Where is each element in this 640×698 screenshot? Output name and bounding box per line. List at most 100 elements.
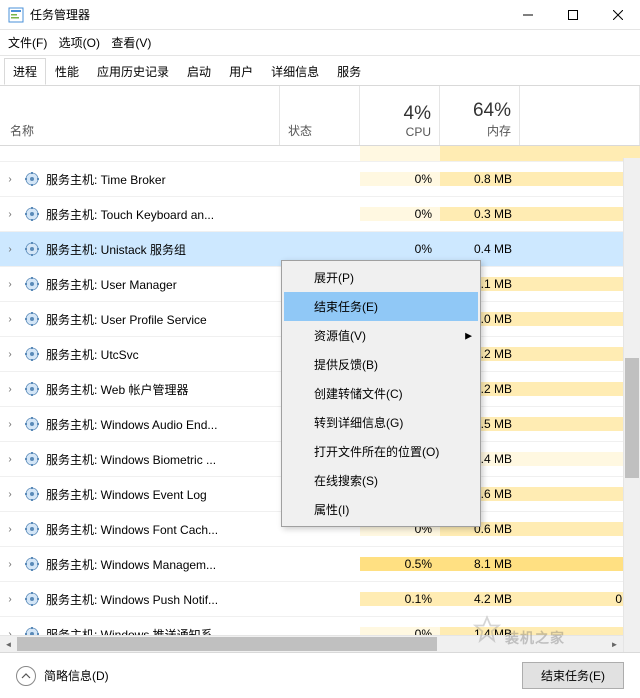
context-menu-item[interactable]: 属性(I)	[284, 495, 478, 524]
process-name: 服务主机: Windows Audio End...	[46, 416, 280, 433]
process-name: 服务主机: User Manager	[46, 276, 280, 293]
header-cpu[interactable]: 4% CPU	[360, 86, 440, 145]
tab-3[interactable]: 启动	[178, 58, 220, 85]
tabbar: 进程性能应用历史记录启动用户详细信息服务	[0, 56, 640, 86]
context-menu-item[interactable]: 打开文件所在的位置(O)	[284, 437, 478, 466]
memory-cell: 0.8 MB	[440, 172, 520, 186]
tab-4[interactable]: 用户	[220, 58, 262, 85]
context-menu-item[interactable]: 资源值(V)▶	[284, 321, 478, 350]
tab-5[interactable]: 详细信息	[262, 58, 328, 85]
expand-toggle[interactable]: ›	[0, 209, 20, 220]
extra-cell: 0	[520, 382, 640, 396]
expand-toggle[interactable]: ›	[0, 384, 20, 395]
cpu-label: CPU	[360, 125, 431, 139]
fewer-details-toggle[interactable]: 简略信息(D)	[16, 666, 109, 686]
window-controls	[505, 0, 640, 30]
tab-2[interactable]: 应用历史记录	[88, 58, 178, 85]
expand-toggle[interactable]: ›	[0, 489, 20, 500]
extra-cell: 0.1	[520, 592, 640, 606]
column-headers: 名称 状态 4% CPU 64% 内存	[0, 86, 640, 146]
minimize-icon	[523, 10, 533, 20]
footer: 简略信息(D) 结束任务(E)	[0, 652, 640, 698]
header-memory[interactable]: 64% 内存	[440, 86, 520, 145]
expand-toggle[interactable]: ›	[0, 314, 20, 325]
expand-toggle[interactable]: ›	[0, 279, 20, 290]
extra-cell: 0	[520, 347, 640, 361]
menu-view[interactable]: 查看(V)	[111, 34, 151, 51]
context-menu-item[interactable]: 在线搜索(S)	[284, 466, 478, 495]
close-button[interactable]	[595, 0, 640, 30]
extra-cell: 0	[520, 487, 640, 501]
expand-toggle[interactable]: ›	[0, 174, 20, 185]
menu-file[interactable]: 文件(F)	[8, 34, 47, 51]
expand-toggle[interactable]: ›	[0, 559, 20, 570]
process-name: 服务主机: Windows Biometric ...	[46, 451, 280, 468]
process-row[interactable]: ›服务主机: Windows Push Notif...0.1%4.2 MB0.…	[0, 582, 640, 617]
extra-cell: 0	[520, 242, 640, 256]
maximize-icon	[568, 10, 578, 20]
tab-6[interactable]: 服务	[328, 58, 370, 85]
header-status[interactable]: 状态	[280, 86, 360, 145]
end-task-button[interactable]: 结束任务(E)	[522, 662, 624, 689]
process-name: 服务主机: UtcSvc	[46, 346, 280, 363]
vertical-scrollbar[interactable]	[623, 158, 640, 652]
maximize-button[interactable]	[550, 0, 595, 30]
window-title: 任务管理器	[30, 6, 505, 23]
gear-icon	[24, 521, 40, 537]
scrollbar-thumb[interactable]	[625, 358, 639, 478]
titlebar: 任务管理器	[0, 0, 640, 30]
process-name: 服务主机: Time Broker	[46, 171, 280, 188]
extra-cell: 0	[520, 312, 640, 326]
gear-icon	[24, 346, 40, 362]
close-icon	[613, 10, 623, 20]
partial-row	[0, 146, 640, 162]
gear-icon	[24, 311, 40, 327]
extra-cell: 0	[520, 172, 640, 186]
scroll-right-arrow[interactable]: ►	[606, 636, 623, 653]
process-name: 服务主机: Windows Managem...	[46, 556, 280, 573]
extra-cell: 0	[520, 557, 640, 571]
tab-1[interactable]: 性能	[46, 58, 88, 85]
extra-cell: 0	[520, 207, 640, 221]
cpu-percent: 4%	[360, 103, 431, 125]
context-menu-item[interactable]: 转到详细信息(G)	[284, 408, 478, 437]
scroll-left-arrow[interactable]: ◄	[0, 636, 17, 653]
context-menu-item[interactable]: 结束任务(E)	[284, 292, 478, 321]
gear-icon	[24, 206, 40, 222]
gear-icon	[24, 381, 40, 397]
process-row[interactable]: ›服务主机: Windows Managem...0.5%8.1 MB0	[0, 547, 640, 582]
gear-icon	[24, 171, 40, 187]
header-name[interactable]: 名称	[0, 86, 280, 145]
expand-toggle[interactable]: ›	[0, 524, 20, 535]
expand-toggle[interactable]: ›	[0, 419, 20, 430]
expand-toggle[interactable]: ›	[0, 349, 20, 360]
process-name: 服务主机: User Profile Service	[46, 311, 280, 328]
menubar: 文件(F) 选项(O) 查看(V)	[0, 30, 640, 56]
expand-toggle[interactable]: ›	[0, 594, 20, 605]
header-extra[interactable]	[520, 86, 640, 145]
menu-options[interactable]: 选项(O)	[59, 34, 100, 51]
cpu-cell: 0%	[360, 172, 440, 186]
extra-cell: 0	[520, 522, 640, 536]
context-menu: 展开(P)结束任务(E)资源值(V)▶提供反馈(B)创建转储文件(C)转到详细信…	[281, 260, 481, 527]
chevron-up-icon	[16, 666, 36, 686]
extra-cell: 0	[520, 452, 640, 466]
horizontal-scrollbar[interactable]: ◄ ►	[0, 635, 623, 652]
process-row[interactable]: ›服务主机: Touch Keyboard an...0%0.3 MB0	[0, 197, 640, 232]
memory-percent: 64%	[440, 100, 511, 122]
submenu-arrow-icon: ▶	[465, 330, 472, 341]
process-row[interactable]: › 服务主机: Time Broker 0%0.8 MB0	[0, 162, 640, 197]
expand-toggle[interactable]: ›	[0, 244, 20, 255]
expand-toggle[interactable]: ›	[0, 454, 20, 465]
minimize-button[interactable]	[505, 0, 550, 30]
gear-icon	[24, 486, 40, 502]
memory-cell: 0.3 MB	[440, 207, 520, 221]
app-icon	[8, 7, 24, 23]
context-menu-item[interactable]: 创建转储文件(C)	[284, 379, 478, 408]
context-menu-item[interactable]: 展开(P)	[284, 263, 478, 292]
cpu-cell: 0%	[360, 242, 440, 256]
tab-0[interactable]: 进程	[4, 58, 46, 85]
h-scrollbar-thumb[interactable]	[17, 637, 437, 651]
gear-icon	[24, 416, 40, 432]
context-menu-item[interactable]: 提供反馈(B)	[284, 350, 478, 379]
